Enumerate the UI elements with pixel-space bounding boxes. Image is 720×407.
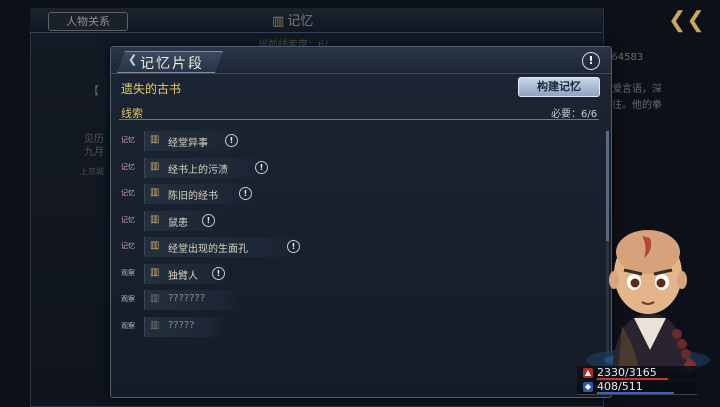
build-memory-button[interactable]: 构建记忆	[518, 77, 600, 97]
clue-text: 陈旧的经书	[168, 191, 218, 202]
book-icon: ▥	[150, 134, 160, 145]
clue-chip[interactable]: ▥ 经书上的污渍!	[144, 158, 273, 178]
info-icon[interactable]: !	[255, 161, 268, 174]
clue-tag: 观察	[121, 269, 135, 277]
clue-chip[interactable]: ▥ 经堂异事!	[144, 131, 243, 151]
clue-chip[interactable]: ▥???????	[144, 290, 240, 310]
character-portrait[interactable]	[582, 222, 720, 372]
memory-name: 遗失的古书	[121, 82, 182, 96]
background-bracket: 【	[88, 84, 99, 97]
book-icon: ▥	[150, 320, 160, 331]
info-icon[interactable]: !	[212, 267, 225, 280]
clue-row[interactable]: 观察 ▥?????	[111, 317, 591, 337]
clue-row[interactable]: 记忆 ▥ 经堂异事!	[111, 131, 591, 151]
clue-chip[interactable]: ▥?????	[144, 317, 225, 337]
divider	[119, 119, 599, 120]
clue-row[interactable]: 记忆 ▥ 经书上的污渍!	[111, 158, 591, 178]
background-left-text3: 上京城	[80, 167, 104, 176]
clue-row[interactable]: 观察 ▥ 独臂人!	[111, 264, 591, 284]
info-icon[interactable]: !	[202, 214, 215, 227]
clue-row[interactable]: 观察 ▥???????	[111, 290, 591, 310]
hp-bar: ▲ 2330/3165	[577, 366, 697, 381]
clue-tag: 记忆	[121, 136, 135, 144]
clue-tag: 观察	[121, 322, 135, 330]
clue-tag: 记忆	[121, 216, 135, 224]
mp-fill	[597, 392, 674, 394]
mp-bar: ◆ 408/511	[577, 380, 697, 395]
dialog-header: ❮ 记忆片段 !	[111, 47, 611, 74]
background-title-text: 记忆	[287, 14, 314, 29]
info-icon[interactable]: !	[239, 187, 252, 200]
clue-text: 鼠患	[168, 218, 188, 229]
info-icon[interactable]: !	[582, 52, 600, 70]
book-icon: ▥	[150, 161, 160, 172]
background-left-text2: 九月	[84, 147, 104, 158]
book-icon: ▥	[150, 267, 160, 278]
book-icon: ▥	[150, 214, 160, 225]
clue-row[interactable]: 记忆 ▥ 陈旧的经书!	[111, 184, 591, 204]
relationship-tab[interactable]: 人物关系	[48, 12, 128, 31]
clue-chip[interactable]: ▥ 鼠患!	[144, 211, 220, 231]
clue-chip[interactable]: ▥ 陈旧的经书!	[144, 184, 257, 204]
clue-text: 独臂人	[168, 271, 198, 282]
required-count: 必要：6/6	[551, 109, 598, 120]
back-arrow-icon[interactable]: ❮❮	[668, 8, 705, 34]
dialog-title-tab: ❮ 记忆片段	[117, 51, 223, 73]
mp-icon: ◆	[583, 382, 593, 392]
clue-tag: 记忆	[121, 242, 135, 250]
dialog-title: 记忆片段	[140, 56, 204, 72]
clue-tag: 记忆	[121, 189, 135, 197]
clue-text: ???????	[168, 293, 206, 304]
clue-text: 经堂异事	[168, 138, 208, 149]
info-icon[interactable]: !	[225, 134, 238, 147]
book-icon: ▥	[150, 187, 160, 198]
clue-chip[interactable]: ▥ 经堂出现的生面孔!	[144, 237, 305, 257]
background-right-text1: 爱言语，深	[612, 84, 662, 95]
background-title: ▥ 记忆	[272, 10, 313, 29]
clue-text: ?????	[168, 320, 195, 331]
hp-icon: ▲	[583, 368, 593, 378]
clue-row[interactable]: 记忆 ▥ 鼠患!	[111, 211, 591, 231]
book-icon: ▥	[150, 293, 160, 304]
background-right-text2: 往。他的拳	[612, 100, 662, 111]
background-right-number: /64583	[608, 52, 644, 63]
info-icon[interactable]: !	[287, 240, 300, 253]
clue-chip[interactable]: ▥ 独臂人!	[144, 264, 230, 284]
book-icon: ▥	[272, 14, 285, 29]
clue-tag: 记忆	[121, 163, 135, 171]
chevron-left-icon: ❮	[128, 53, 138, 66]
clue-row[interactable]: 记忆 ▥ 经堂出现的生面孔!	[111, 237, 591, 257]
clue-tag: 观察	[121, 295, 135, 303]
book-icon: ▥	[150, 240, 160, 251]
memory-fragment-dialog: ❮ 记忆片段 ! 遗失的古书 构建记忆 线索 必要：6/6 记忆 ▥ 经堂异事! 记忆…	[110, 46, 612, 398]
clue-text: 经堂出现的生面孔	[168, 244, 248, 255]
clue-text: 经书上的污渍	[168, 165, 228, 176]
